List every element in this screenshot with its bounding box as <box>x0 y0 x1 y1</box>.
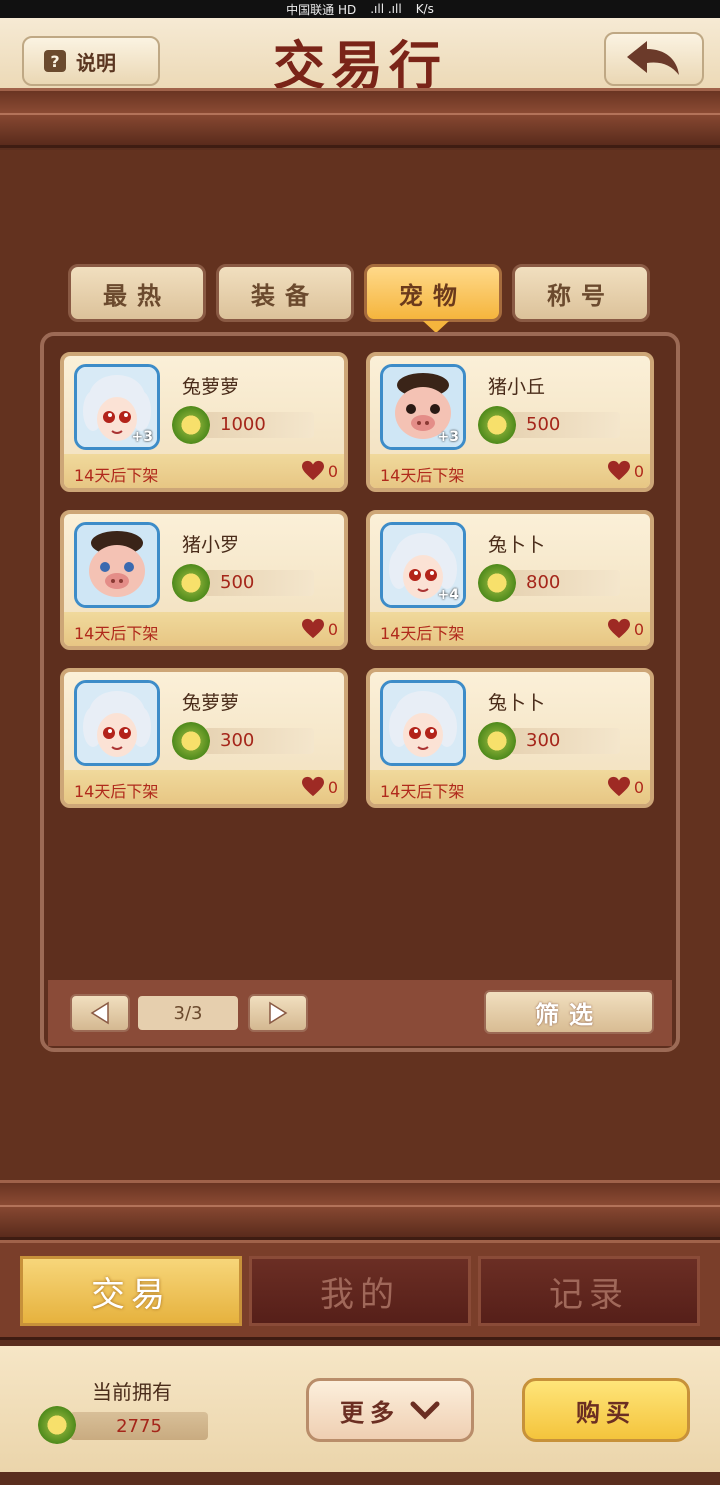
item-card[interactable]: 兔萝萝 300 14天后下架 0 <box>60 668 348 808</box>
trading-house-screen: 中国联通 HD .ıll .ıll K/s ? 说明 交易行 最热 装备 宠物 … <box>0 0 720 1485</box>
question-mark-icon: ? <box>44 50 66 72</box>
copper-coin-icon <box>172 406 210 444</box>
heart-icon <box>302 618 324 639</box>
back-arrow-icon <box>627 41 679 75</box>
expiry-text: 14天后下架 <box>74 782 159 801</box>
tab-mine[interactable]: 我的 <box>249 1256 471 1326</box>
price-value: 1000 <box>204 412 314 438</box>
buy-button[interactable]: 购买 <box>522 1378 690 1442</box>
like-count: 0 <box>633 778 644 797</box>
copper-coin-icon <box>38 1406 76 1444</box>
page-indicator: 3/3 <box>138 996 238 1030</box>
like-count: 0 <box>327 620 338 639</box>
item-card[interactable]: +3 兔萝萝 1000 14天后下架 0 <box>60 352 348 492</box>
pet-name: 兔卜卜 <box>488 692 546 714</box>
heart-icon <box>608 776 630 797</box>
pet-name: 兔萝萝 <box>182 376 240 398</box>
back-button[interactable] <box>604 32 704 86</box>
copper-coin-icon <box>172 722 210 760</box>
header: ? 说明 交易行 <box>0 18 720 97</box>
help-label: 说明 <box>76 50 116 75</box>
carrier-label: 中国联通 HD <box>286 2 357 17</box>
heart-icon <box>608 460 630 481</box>
network-speed: K/s <box>415 2 434 16</box>
next-page-button[interactable] <box>248 994 308 1032</box>
expiry-text: 14天后下架 <box>74 624 159 643</box>
pet-avatar: +4 <box>380 522 466 608</box>
copper-coin-icon <box>478 722 516 760</box>
pet-avatar: +3 <box>74 364 160 450</box>
filter-button[interactable]: 筛选 <box>484 990 654 1034</box>
bottom-ornament-band <box>0 1180 720 1240</box>
price-value: 500 <box>204 570 314 596</box>
expiry-text: 14天后下架 <box>380 466 465 485</box>
chevron-down-icon <box>410 1401 440 1420</box>
pet-name: 兔卜卜 <box>488 534 546 556</box>
like-count: 0 <box>327 462 338 481</box>
expiry-text: 14天后下架 <box>380 624 465 643</box>
tab-trade[interactable]: 交易 <box>20 1256 242 1326</box>
like-count: 0 <box>327 778 338 797</box>
tab-hot[interactable]: 最热 <box>68 264 206 322</box>
item-card[interactable]: 猪小罗 500 14天后下架 0 <box>60 510 348 650</box>
wallet-amount: 2775 <box>70 1412 208 1440</box>
item-card[interactable]: 兔卜卜 300 14天后下架 0 <box>366 668 654 808</box>
heart-icon <box>608 618 630 639</box>
rabbit-pet-icon <box>383 683 463 763</box>
enhance-level: +3 <box>131 429 153 445</box>
price-value: 300 <box>204 728 314 754</box>
pet-avatar <box>74 680 160 766</box>
heart-icon <box>302 460 324 481</box>
copper-coin-icon <box>172 564 210 602</box>
tab-titles[interactable]: 称号 <box>512 264 650 322</box>
item-card[interactable]: +3 猪小丘 500 14天后下架 0 <box>366 352 654 492</box>
item-card[interactable]: +4 兔卜卜 800 14天后下架 0 <box>366 510 654 650</box>
rabbit-pet-icon <box>77 683 157 763</box>
signal-icon: .ıll .ıll <box>370 2 402 16</box>
top-ornament-band <box>0 88 720 148</box>
copper-coin-icon <box>478 564 516 602</box>
like-count: 0 <box>633 462 644 481</box>
arrow-left-icon <box>90 1001 109 1025</box>
heart-icon <box>302 776 324 797</box>
like-count: 0 <box>633 620 644 639</box>
copper-coin-icon <box>478 406 516 444</box>
pet-name: 兔萝萝 <box>182 692 240 714</box>
enhance-level: +3 <box>437 429 459 445</box>
price-value: 300 <box>510 728 620 754</box>
tab-equipment[interactable]: 装备 <box>216 264 354 322</box>
pet-avatar: +3 <box>380 364 466 450</box>
status-bar: 中国联通 HD .ıll .ıll K/s <box>0 0 720 18</box>
pet-avatar <box>74 522 160 608</box>
help-button[interactable]: ? 说明 <box>22 36 160 86</box>
more-button[interactable]: 更多 <box>306 1378 474 1442</box>
expiry-text: 14天后下架 <box>74 466 159 485</box>
pig-pet-icon <box>77 525 157 605</box>
expiry-text: 14天后下架 <box>380 782 465 801</box>
tab-records[interactable]: 记录 <box>478 1256 700 1326</box>
bottom-edge <box>0 1472 720 1485</box>
pet-name: 猪小丘 <box>488 376 546 398</box>
prev-page-button[interactable] <box>70 994 130 1032</box>
arrow-right-icon <box>269 1001 288 1025</box>
price-value: 500 <box>510 412 620 438</box>
more-label: 更多 <box>340 1398 400 1427</box>
price-value: 800 <box>510 570 620 596</box>
enhance-level: +4 <box>437 587 459 603</box>
tab-pets[interactable]: 宠物 <box>364 264 502 333</box>
pet-name: 猪小罗 <box>182 534 240 556</box>
pet-avatar <box>380 680 466 766</box>
wallet-label: 当前拥有 <box>92 1380 172 1404</box>
